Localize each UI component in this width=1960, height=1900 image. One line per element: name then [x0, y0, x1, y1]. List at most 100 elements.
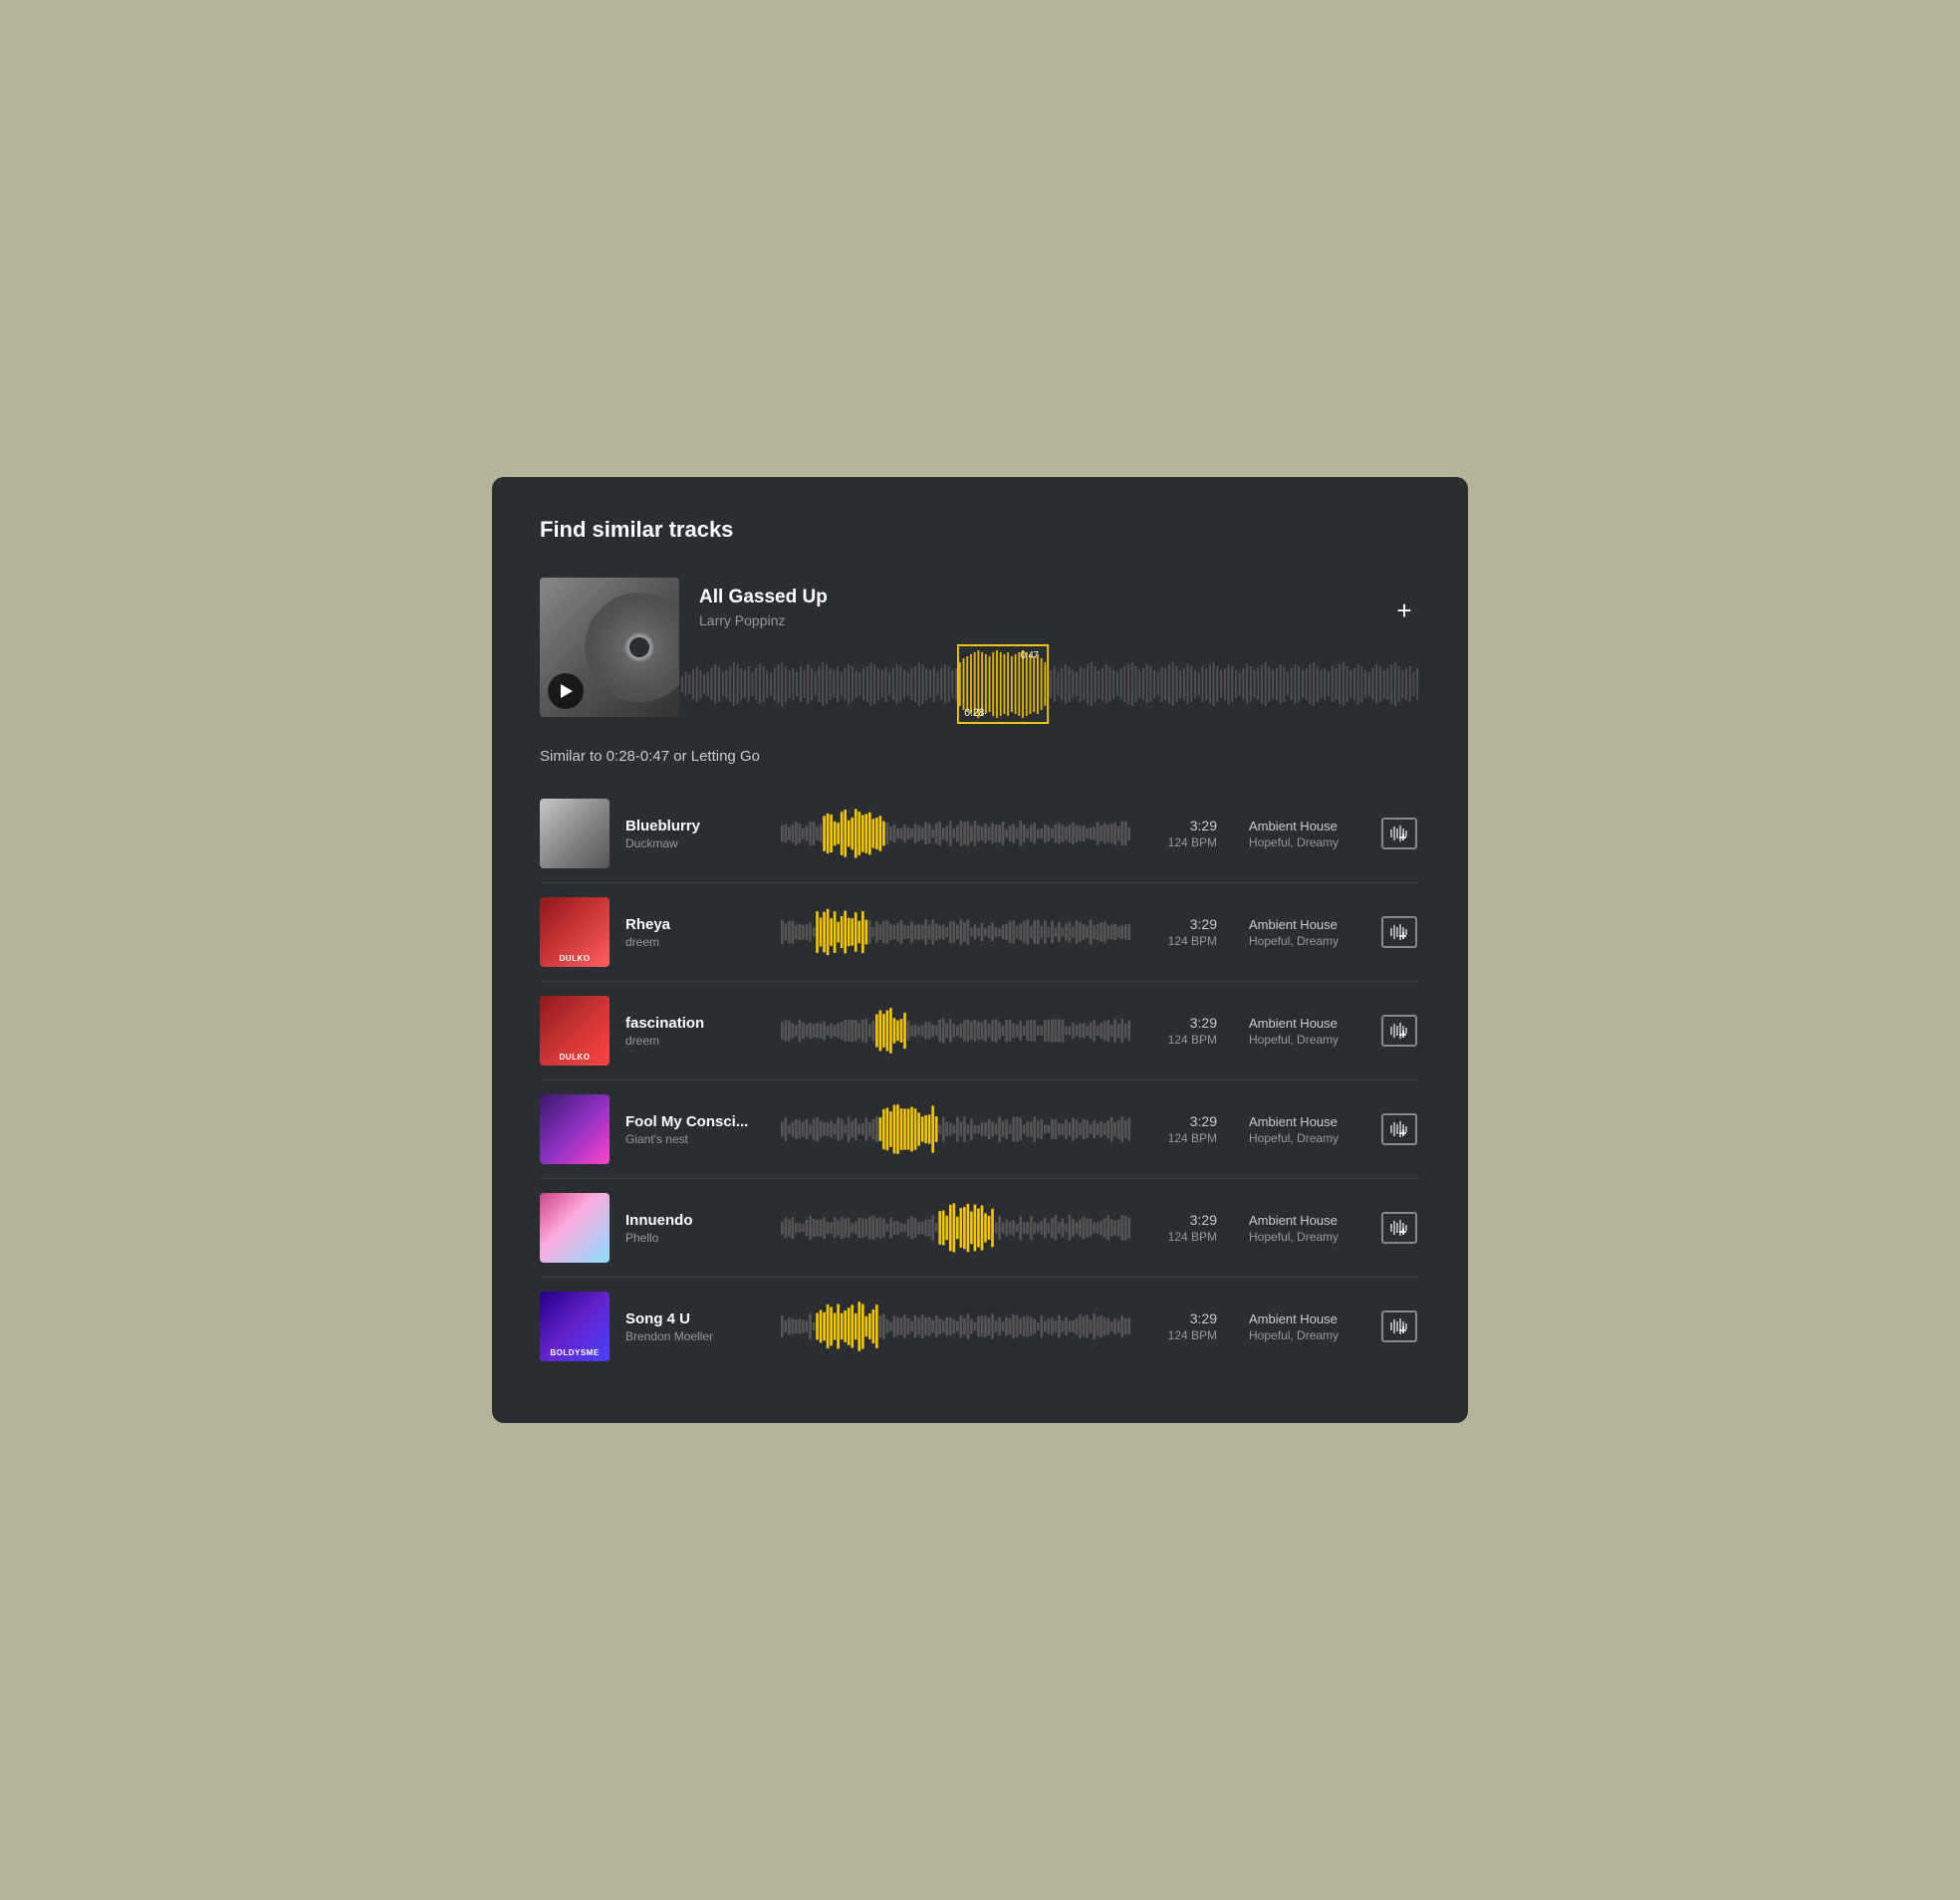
add-button[interactable]: +	[1388, 594, 1420, 626]
thumb-label: BOLDYSME	[544, 1348, 606, 1357]
track-item-blueblurry[interactable]: Blueblurry Duckmaw 3:29 124 BPM Ambient …	[540, 785, 1420, 883]
track-title-col: fascination dreem	[625, 1015, 765, 1048]
play-icon	[561, 684, 573, 698]
track-waveform-song4u[interactable]	[781, 1301, 1131, 1352]
track-title-col: Rheya dreem	[625, 916, 765, 949]
source-waveform-svg: 0:47 0:28	[679, 644, 1420, 724]
track-genre-col: Ambient House Hopeful, Dreamy	[1233, 1213, 1362, 1244]
track-genre-blueblurry: Ambient House	[1249, 819, 1362, 833]
add-to-list-button-rheya[interactable]	[1381, 916, 1417, 948]
track-item-rheya[interactable]: DULKO Rheya dreem 3:29 124 BPM Ambient H…	[540, 883, 1420, 982]
track-genre-fascination: Ambient House	[1249, 1016, 1362, 1031]
source-info: All Gassed Up Larry Poppinz	[679, 571, 848, 644]
track-waveform-svg	[781, 1301, 1131, 1352]
track-genre-innuendo: Ambient House	[1249, 1213, 1362, 1228]
track-bpm-song4u: 124 BPM	[1147, 1328, 1217, 1342]
track-mood-fool: Hopeful, Dreamy	[1249, 1131, 1362, 1145]
track-duration-col: 3:29 124 BPM	[1147, 916, 1217, 948]
waveform-icon	[1388, 1217, 1410, 1239]
track-duration-col: 3:29 124 BPM	[1147, 1212, 1217, 1244]
source-album-art	[540, 578, 679, 717]
track-action-innuendo[interactable]	[1378, 1212, 1420, 1244]
waveform-icon	[1388, 1020, 1410, 1042]
track-artist-song4u: Brendon Moeller	[625, 1329, 765, 1343]
track-waveform-svg	[781, 808, 1131, 859]
track-item-fool[interactable]: Fool My Consci... Giant's nest 3:29 124 …	[540, 1080, 1420, 1179]
track-waveform-fool[interactable]	[781, 1103, 1131, 1155]
track-duration-blueblurry: 3:29	[1147, 818, 1217, 833]
track-duration-rheya: 3:29	[1147, 916, 1217, 932]
track-mood-song4u: Hopeful, Dreamy	[1249, 1328, 1362, 1342]
track-artist-fascination: dreem	[625, 1034, 765, 1048]
track-waveform-fascination[interactable]	[781, 1005, 1131, 1057]
source-track-top: All Gassed Up Larry Poppinz	[679, 571, 1420, 644]
track-title-song4u: Song 4 U	[625, 1310, 765, 1327]
track-duration-col: 3:29 124 BPM	[1147, 1015, 1217, 1047]
source-waveform[interactable]: 0:47 0:28	[679, 644, 1420, 724]
vinyl-hole	[629, 637, 649, 657]
track-title-fascination: fascination	[625, 1015, 765, 1032]
track-artist-rheya: dreem	[625, 935, 765, 949]
track-genre-col: Ambient House Hopeful, Dreamy	[1233, 1114, 1362, 1145]
track-bpm-fascination: 124 BPM	[1147, 1033, 1217, 1047]
waveform-icon	[1388, 823, 1410, 844]
track-genre-col: Ambient House Hopeful, Dreamy	[1233, 917, 1362, 948]
track-title-col: Blueblurry Duckmaw	[625, 818, 765, 850]
track-waveform-svg	[781, 906, 1131, 958]
track-action-fascination[interactable]	[1378, 1015, 1420, 1047]
track-title-col: Song 4 U Brendon Moeller	[625, 1310, 765, 1343]
play-button[interactable]	[548, 673, 584, 709]
track-duration-fool: 3:29	[1147, 1113, 1217, 1129]
track-mood-blueblurry: Hopeful, Dreamy	[1249, 835, 1362, 849]
track-thumb-blueblurry	[540, 799, 610, 868]
track-item-song4u[interactable]: BOLDYSME Song 4 U Brendon Moeller 3:29 1…	[540, 1278, 1420, 1375]
track-mood-fascination: Hopeful, Dreamy	[1249, 1033, 1362, 1047]
track-bpm-blueblurry: 124 BPM	[1147, 835, 1217, 849]
find-similar-panel: Find similar tracks All Gassed Up Larry …	[492, 477, 1468, 1423]
track-bpm-rheya: 124 BPM	[1147, 934, 1217, 948]
add-to-list-button-fascination[interactable]	[1381, 1015, 1417, 1047]
panel-title: Find similar tracks	[540, 517, 1420, 543]
track-title-col: Fool My Consci... Giant's nest	[625, 1113, 765, 1146]
track-action-blueblurry[interactable]	[1378, 818, 1420, 849]
track-thumb-innuendo	[540, 1193, 610, 1263]
track-duration-fascination: 3:29	[1147, 1015, 1217, 1031]
svg-text:0:28: 0:28	[964, 707, 984, 719]
track-waveform-rheya[interactable]	[781, 906, 1131, 958]
track-waveform-blueblurry[interactable]	[781, 808, 1131, 859]
track-bpm-fool: 124 BPM	[1147, 1131, 1217, 1145]
track-mood-innuendo: Hopeful, Dreamy	[1249, 1230, 1362, 1244]
thumb-label: DULKO	[544, 1053, 606, 1062]
track-waveform-innuendo[interactable]	[781, 1202, 1131, 1254]
track-item-innuendo[interactable]: Innuendo Phello 3:29 124 BPM Ambient Hou…	[540, 1179, 1420, 1278]
track-thumb-fool	[540, 1094, 610, 1164]
track-title-col: Innuendo Phello	[625, 1212, 765, 1245]
thumb-label: DULKO	[544, 954, 606, 963]
track-genre-rheya: Ambient House	[1249, 917, 1362, 932]
source-track: All Gassed Up Larry Poppinz	[540, 571, 1420, 724]
track-thumb-song4u: BOLDYSME	[540, 1292, 610, 1361]
track-title-blueblurry: Blueblurry	[625, 818, 765, 834]
add-to-list-button-innuendo[interactable]	[1381, 1212, 1417, 1244]
track-genre-col: Ambient House Hopeful, Dreamy	[1233, 819, 1362, 849]
track-duration-song4u: 3:29	[1147, 1310, 1217, 1326]
track-title-rheya: Rheya	[625, 916, 765, 933]
add-to-list-button-blueblurry[interactable]	[1381, 818, 1417, 849]
track-action-rheya[interactable]	[1378, 916, 1420, 948]
waveform-icon	[1388, 1118, 1410, 1140]
add-to-list-button-fool[interactable]	[1381, 1113, 1417, 1145]
track-duration-innuendo: 3:29	[1147, 1212, 1217, 1228]
vinyl-disc	[585, 593, 679, 702]
track-bpm-innuendo: 124 BPM	[1147, 1230, 1217, 1244]
track-thumb-fascination: DULKO	[540, 996, 610, 1066]
track-list: Blueblurry Duckmaw 3:29 124 BPM Ambient …	[540, 785, 1420, 1375]
track-item-fascination[interactable]: DULKO fascination dreem 3:29 124 BPM Amb…	[540, 982, 1420, 1080]
svg-text:0:47: 0:47	[1021, 650, 1039, 661]
waveform-icon	[1388, 1315, 1410, 1337]
track-duration-col: 3:29 124 BPM	[1147, 1113, 1217, 1145]
track-action-fool[interactable]	[1378, 1113, 1420, 1145]
track-artist-blueblurry: Duckmaw	[625, 836, 765, 850]
add-to-list-button-song4u[interactable]	[1381, 1310, 1417, 1342]
source-track-content: All Gassed Up Larry Poppinz	[679, 571, 1420, 724]
track-action-song4u[interactable]	[1378, 1310, 1420, 1342]
